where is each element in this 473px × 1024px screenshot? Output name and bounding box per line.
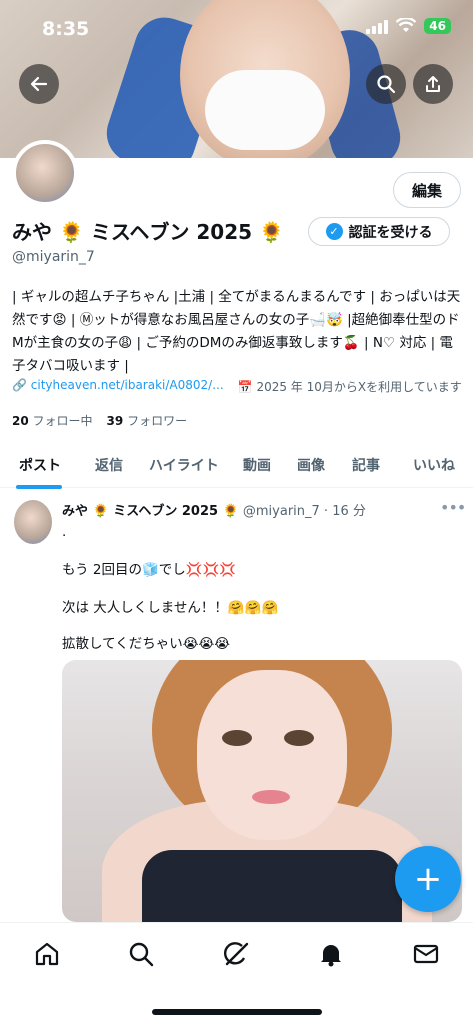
nav-notifications[interactable] (316, 939, 346, 969)
tab-posts[interactable]: ポスト (19, 455, 61, 475)
search-icon (129, 942, 154, 967)
compose-post-button[interactable]: + (395, 846, 461, 912)
nav-messages[interactable] (411, 939, 441, 969)
post-header: みや 🌻 ミスヘブン 2025 🌻 @miyarin_7 · 16 分 (62, 500, 366, 519)
search-button[interactable] (366, 64, 406, 104)
profile-bio: | ギャルの超ムチ子ちゃん |土浦 | 全てがまるんまるんです | おっぱいは天… (12, 289, 461, 374)
signal-icon (366, 18, 389, 34)
verified-badge-icon: ✓ (325, 223, 343, 240)
following-label: フォロー中 (32, 414, 93, 428)
back-arrow-icon (30, 76, 48, 92)
nav-grok[interactable] (221, 939, 251, 969)
get-verified-button[interactable]: ✓ 認証を受ける (308, 217, 450, 246)
followers-link[interactable]: 39 フォロワー (107, 412, 188, 429)
status-bar: 8:35 46 (0, 14, 473, 48)
profile-name-row: みや 🌻 ミスヘブン 2025 🌻 (12, 216, 284, 245)
image-shape (197, 670, 347, 840)
image-shape (222, 730, 252, 746)
link-icon: 🔗 (12, 378, 27, 392)
tab-videos[interactable]: 動画 (243, 455, 271, 475)
followers-label: フォロワー (127, 414, 188, 428)
nav-explore[interactable] (126, 939, 156, 969)
profile-meta: 🔗 cityheaven.net/ibaraki/A0802/... 📅 202… (12, 378, 464, 395)
banner-shape (205, 70, 325, 150)
post-avatar[interactable] (14, 500, 52, 544)
profile-link-text[interactable]: cityheaven.net/ibaraki/A0802/... (31, 378, 224, 392)
followers-count: 39 (106, 414, 124, 428)
post-text-line: 拡散してくだちゃい😭😭😭 (62, 636, 231, 652)
home-icon (35, 942, 59, 966)
plus-icon: + (413, 859, 443, 899)
follow-stats: 20 フォロー中 39 フォロワー (12, 412, 187, 429)
tab-replies[interactable]: 返信 (95, 455, 123, 475)
post-handle-time: @miyarin_7 · 16 分 (242, 504, 366, 519)
display-name: みや 🌻 ミスヘブン 2025 🌻 (12, 220, 284, 244)
status-time: 8:35 (42, 18, 90, 40)
following-count: 20 (12, 414, 29, 428)
back-button[interactable] (19, 64, 59, 104)
bottom-navigation (0, 922, 473, 1024)
wifi-icon (396, 18, 417, 32)
tab-likes[interactable]: いいね (413, 455, 455, 475)
verify-label: 認証を受ける (348, 224, 433, 241)
calendar-icon: 📅 (237, 380, 253, 394)
mail-icon (413, 944, 439, 964)
profile-handle: @miyarin_7 (12, 249, 95, 265)
share-icon (426, 76, 440, 92)
joined-date: 📅 2025 年 10月からXを利用しています (238, 378, 462, 395)
active-tab-indicator (16, 485, 62, 489)
tab-highlights[interactable]: ハイライト (149, 455, 219, 475)
search-icon (377, 75, 396, 94)
bell-icon (321, 945, 341, 967)
following-link[interactable]: 20 フォロー中 (12, 412, 93, 429)
post-text-line: もう 2回目の🧊でし💢💢💢 (62, 562, 237, 578)
post-text-line: . (62, 524, 67, 540)
profile-link[interactable]: 🔗 cityheaven.net/ibaraki/A0802/... (12, 378, 224, 395)
tab-articles[interactable]: 記事 (352, 455, 380, 475)
nav-home[interactable] (32, 939, 62, 969)
image-shape (284, 730, 314, 746)
more-options-icon[interactable]: ••• (440, 498, 466, 517)
status-indicators: 46 (366, 18, 451, 34)
share-button[interactable] (413, 64, 453, 104)
battery-icon: 46 (424, 18, 451, 34)
home-indicator (152, 1009, 322, 1015)
tab-media[interactable]: 画像 (297, 455, 325, 475)
edit-profile-button[interactable]: 編集 (393, 172, 461, 208)
profile-avatar[interactable] (12, 140, 78, 206)
joined-text: 2025 年 10月からXを利用しています (256, 380, 462, 394)
profile-tabs: ポスト 返信 ハイライト 動画 画像 記事 いいね (0, 446, 473, 489)
grok-icon (223, 942, 249, 966)
image-shape (142, 850, 402, 922)
post-author-name[interactable]: みや 🌻 ミスヘブン 2025 🌻 (62, 504, 239, 519)
post-text-line: 次は 大人しくしません！！🤗🤗🤗 (62, 600, 279, 616)
image-shape (252, 790, 290, 804)
